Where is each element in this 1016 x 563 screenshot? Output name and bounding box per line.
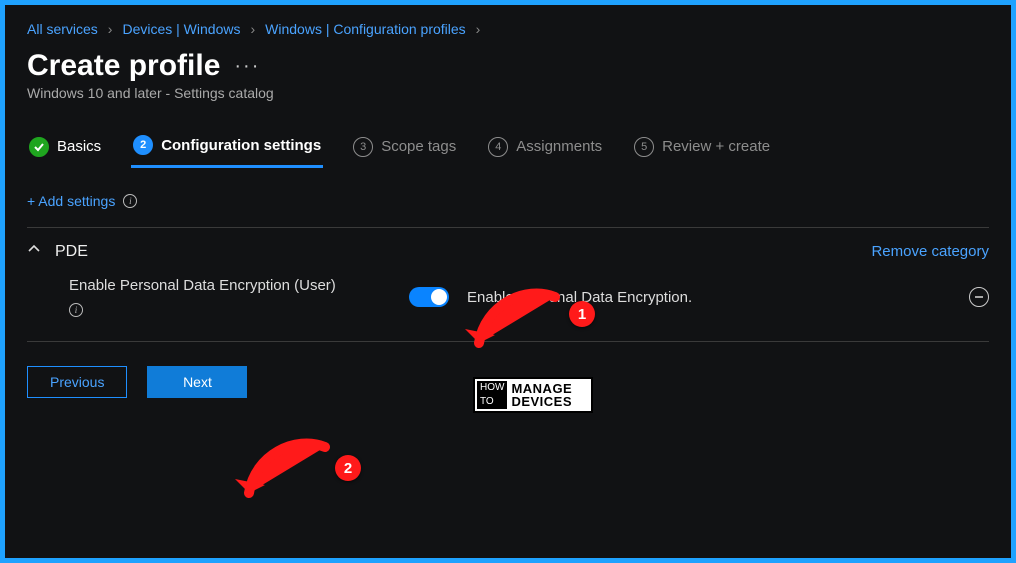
- step-assignments[interactable]: 4 Assignments: [486, 131, 604, 167]
- step-basics[interactable]: Basics: [27, 131, 103, 167]
- info-icon[interactable]: i: [69, 303, 83, 317]
- step-number-icon: 3: [353, 137, 373, 157]
- step-number-icon: 5: [634, 137, 654, 157]
- info-icon[interactable]: i: [123, 194, 137, 208]
- step-number-icon: 2: [133, 135, 153, 155]
- chevron-right-icon: ›: [476, 21, 481, 37]
- remove-category-link[interactable]: Remove category: [871, 243, 989, 260]
- add-settings-link[interactable]: + Add settings i: [27, 193, 989, 209]
- remove-setting-icon[interactable]: [969, 287, 989, 307]
- previous-button[interactable]: Previous: [27, 366, 127, 398]
- breadcrumb-item[interactable]: Devices | Windows: [122, 21, 240, 37]
- toggle-knob-icon: [431, 289, 447, 305]
- annotation-badge-2: 2: [335, 455, 361, 481]
- breadcrumb-item[interactable]: Windows | Configuration profiles: [265, 21, 466, 37]
- step-label: Configuration settings: [161, 137, 321, 154]
- step-review-create[interactable]: 5 Review + create: [632, 131, 772, 167]
- setting-row: Enable Personal Data Encryption (User) i…: [27, 271, 989, 323]
- step-label: Assignments: [516, 138, 602, 155]
- divider: [27, 341, 989, 342]
- enable-pde-toggle[interactable]: [409, 287, 449, 307]
- chevron-up-icon[interactable]: [27, 242, 41, 261]
- next-button[interactable]: Next: [147, 366, 247, 398]
- add-settings-label: + Add settings: [27, 193, 115, 209]
- more-icon[interactable]: ···: [234, 55, 260, 78]
- setting-label: Enable Personal Data Encryption (User) i: [69, 277, 409, 317]
- step-label: Basics: [57, 138, 101, 155]
- page-subtitle: Windows 10 and later - Settings catalog: [27, 85, 989, 101]
- toggle-value-label: Enable Personal Data Encryption.: [467, 289, 969, 306]
- step-configuration-settings[interactable]: 2 Configuration settings: [131, 129, 323, 168]
- step-label: Review + create: [662, 138, 770, 155]
- chevron-right-icon: ›: [250, 21, 255, 37]
- page-title: Create profile: [27, 49, 220, 83]
- wizard-steps: Basics 2 Configuration settings 3 Scope …: [27, 129, 989, 169]
- breadcrumb: All services › Devices | Windows › Windo…: [27, 15, 989, 49]
- check-icon: [29, 137, 49, 157]
- step-label: Scope tags: [381, 138, 456, 155]
- chevron-right-icon: ›: [108, 21, 113, 37]
- setting-label-text: Enable Personal Data Encryption (User): [69, 277, 336, 294]
- annotation-arrow-2: [235, 435, 345, 520]
- step-number-icon: 4: [488, 137, 508, 157]
- step-scope-tags[interactable]: 3 Scope tags: [351, 131, 458, 167]
- category-title: PDE: [55, 243, 88, 261]
- breadcrumb-item[interactable]: All services: [27, 21, 98, 37]
